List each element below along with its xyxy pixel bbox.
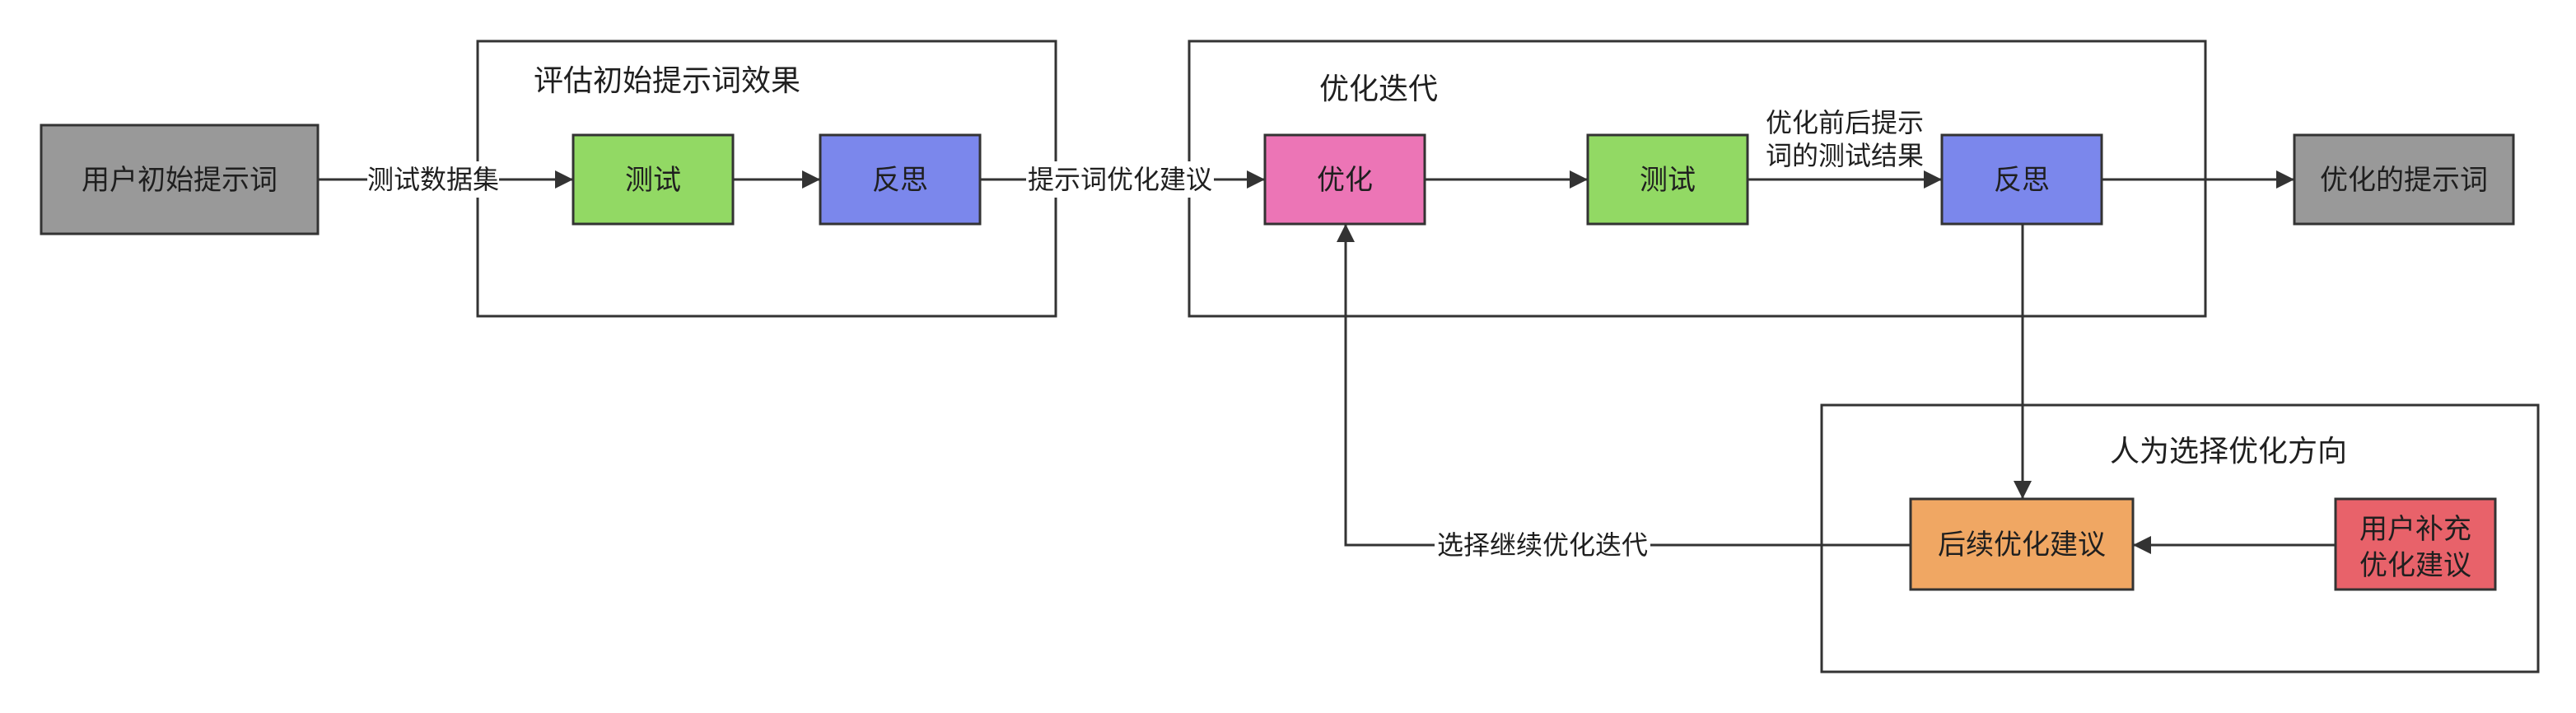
node-opt-test-label: 测试 [1640, 164, 1696, 197]
edge-followup-to-optimize [1337, 224, 1911, 547]
edge-label-continue-iteration: 选择继续优化迭代 [1437, 529, 1648, 561]
group-optimize-title: 优化迭代 [1319, 72, 1438, 106]
node-eval-reflect-label: 反思 [872, 164, 928, 197]
edge-label-prompt-suggestion: 提示词优化建议 [1028, 164, 1212, 195]
group-human-title: 人为选择优化方向 [2110, 435, 2347, 468]
node-initial-prompt-label: 用户初始提示词 [82, 164, 278, 197]
node-followup-suggestion: 后续优化建议 [1909, 497, 2135, 591]
node-followup-suggestion-label: 后续优化建议 [1938, 529, 2106, 562]
prompt-optimization-flowchart: 评估初始提示词效果 优化迭代 人为选择优化方向 测试数据集 提示词优化建议 优化… [40, 40, 2540, 673]
node-initial-prompt: 用户初始提示词 [40, 123, 320, 235]
edges [318, 170, 2336, 554]
node-eval-test: 测试 [572, 133, 735, 226]
node-user-supplement-line-2: 优化建议 [2359, 549, 2471, 582]
node-optimize-label: 优化 [1317, 164, 1373, 197]
node-optimized-prompt: 优化的提示词 [2293, 133, 2515, 226]
node-opt-test: 测试 [1586, 133, 1749, 226]
node-opt-reflect: 反思 [1940, 133, 2103, 226]
edge-label-test-dataset: 测试数据集 [367, 164, 499, 195]
node-eval-reflect: 反思 [819, 133, 982, 226]
node-eval-test-label: 测试 [625, 164, 681, 197]
edge-label-results-line-1: 优化前后提示 [1766, 107, 1924, 138]
group-evaluate-title: 评估初始提示词效果 [534, 64, 800, 98]
node-user-supplement-line-1: 用户补充 [2359, 513, 2471, 546]
node-optimized-prompt-label: 优化的提示词 [2320, 164, 2488, 197]
node-opt-reflect-label: 反思 [1994, 164, 2050, 197]
node-optimize: 优化 [1263, 133, 1426, 226]
edge-label-results-line-2: 词的测试结果 [1766, 140, 1924, 171]
node-user-supplement: 用户补充 优化建议 [2334, 497, 2497, 591]
